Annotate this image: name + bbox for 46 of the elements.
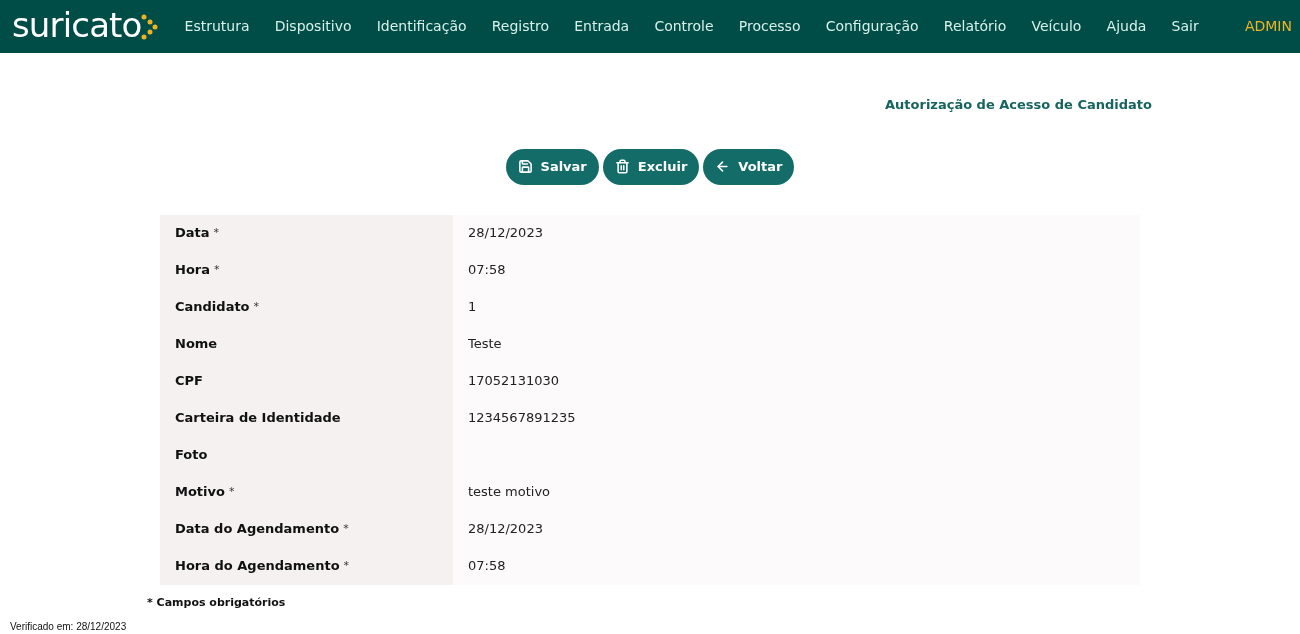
field-label: Carteira de Identidade [175, 409, 341, 428]
nav-link[interactable]: Registro [488, 16, 552, 37]
nav-link[interactable]: Dispositivo [271, 16, 355, 37]
field-value: 28/12/2023 [468, 224, 543, 243]
nav-link[interactable]: Processo [735, 16, 804, 37]
trash-icon [614, 159, 630, 174]
field-label: Data do Agendamento [175, 520, 340, 539]
nav-link[interactable]: Identificação [373, 16, 470, 37]
required-mark: * [253, 298, 260, 315]
field-label: Hora [175, 261, 210, 280]
field-value: 28/12/2023 [468, 520, 543, 539]
field-label: Hora do Agendamento [175, 557, 340, 576]
nav-link[interactable]: Veículo [1028, 16, 1085, 37]
field-value: 1 [468, 298, 477, 317]
field-value: 07:58 [468, 557, 506, 576]
nav-link[interactable]: Configuração [822, 16, 922, 37]
page-title: Autorização de Acesso de Candidato [885, 96, 1152, 114]
user-link[interactable]: ADMIN [1244, 16, 1292, 37]
field-value: 07:58 [468, 261, 506, 280]
verified-date: Verificado em: 28/12/2023 [10, 620, 128, 634]
field-value: Teste [468, 335, 502, 354]
required-mark: * [343, 557, 350, 574]
field-label: Foto [175, 446, 208, 465]
save-button[interactable]: Salvar [505, 148, 599, 185]
suricato-logo[interactable]: suricato [12, 11, 158, 42]
field-label: Motivo [175, 483, 225, 502]
nav-link[interactable]: Controle [651, 16, 717, 37]
field-label: Nome [175, 335, 218, 354]
back-button[interactable]: Voltar [703, 148, 795, 185]
nav-link[interactable]: Entrada [571, 16, 633, 37]
field-value: teste motivo [468, 483, 551, 502]
delete-button[interactable]: Excluir [602, 148, 700, 185]
nav-link[interactable]: Sair [1168, 16, 1202, 37]
nav-link[interactable]: Estrutura [181, 16, 253, 37]
field-label: CPF [175, 372, 203, 391]
field-value: 17052131030 [468, 372, 559, 391]
required-mark: * [213, 224, 220, 241]
field-label: Data [175, 224, 210, 243]
required-mark: * [343, 520, 349, 537]
nav-link[interactable]: Ajuda [1103, 16, 1150, 37]
required-note: * Campos obrigatórios [147, 594, 287, 611]
nav-link[interactable]: Relatório [940, 16, 1010, 37]
required-mark: * [228, 483, 235, 500]
field-label: Candidato [175, 298, 250, 317]
required-mark: * [214, 261, 220, 278]
field-value: 1234567891235 [468, 409, 576, 428]
